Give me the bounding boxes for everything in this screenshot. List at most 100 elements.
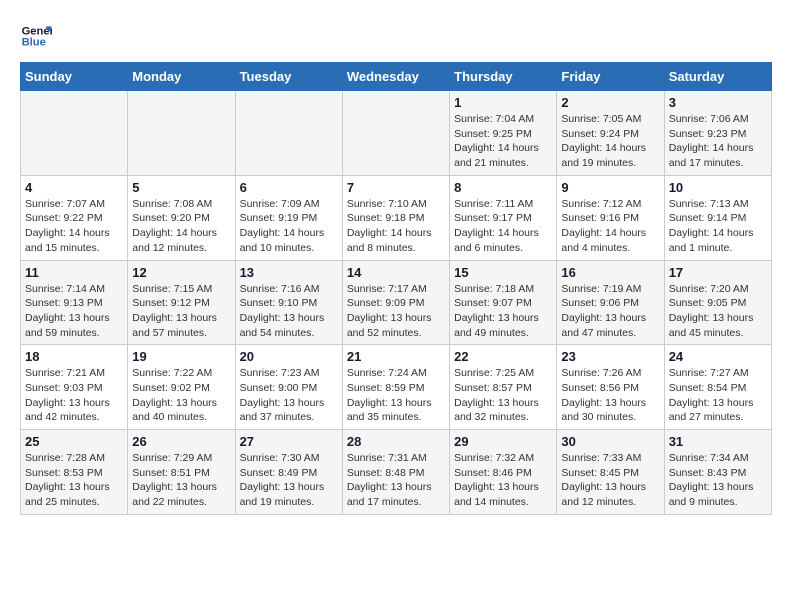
day-info: Sunrise: 7:21 AMSunset: 9:03 PMDaylight:… (25, 366, 123, 425)
day-number: 28 (347, 434, 445, 449)
weekday-header-tuesday: Tuesday (235, 63, 342, 91)
calendar-cell: 6 Sunrise: 7:09 AMSunset: 9:19 PMDaylight… (235, 175, 342, 260)
day-info: Sunrise: 7:24 AMSunset: 8:59 PMDaylight:… (347, 366, 445, 425)
day-info: Sunrise: 7:11 AMSunset: 9:17 PMDaylight:… (454, 197, 552, 256)
calendar-cell: 24Sunrise: 7:27 AMSunset: 8:54 PMDayligh… (664, 345, 771, 430)
calendar-cell: 22Sunrise: 7:25 AMSunset: 8:57 PMDayligh… (450, 345, 557, 430)
day-number: 19 (132, 349, 230, 364)
calendar-cell: 12 Sunrise: 7:15 AMSunset: 9:12 PMDayligh… (128, 260, 235, 345)
calendar-cell: 7 Sunrise: 7:10 AMSunset: 9:18 PMDaylight… (342, 175, 449, 260)
weekday-header-sunday: Sunday (21, 63, 128, 91)
day-info: Sunrise: 7:23 AMSunset: 9:00 PMDaylight:… (240, 366, 338, 425)
calendar-cell: 26 Sunrise: 7:29 AMSunset: 8:51 PMDayligh… (128, 430, 235, 515)
calendar-cell: 15Sunrise: 7:18 AMSunset: 9:07 PMDayligh… (450, 260, 557, 345)
calendar-cell: 29 Sunrise: 7:32 AMSunset: 8:46 PMDayligh… (450, 430, 557, 515)
day-info: Sunrise: 7:16 AMSunset: 9:10 PMDaylight:… (240, 282, 338, 341)
weekday-header-monday: Monday (128, 63, 235, 91)
day-number: 23 (561, 349, 659, 364)
calendar-week-2: 4 Sunrise: 7:07 AMSunset: 9:22 PMDaylight… (21, 175, 772, 260)
day-info: Sunrise: 7:26 AMSunset: 8:56 PMDaylight:… (561, 366, 659, 425)
day-number: 14 (347, 265, 445, 280)
calendar-week-5: 25 Sunrise: 7:28 AMSunset: 8:53 PMDayligh… (21, 430, 772, 515)
day-info: Sunrise: 7:20 AMSunset: 9:05 PMDaylight:… (669, 282, 767, 341)
calendar-cell: 3 Sunrise: 7:06 AMSunset: 9:23 PMDaylight… (664, 91, 771, 176)
day-info: Sunrise: 7:22 AMSunset: 9:02 PMDaylight:… (132, 366, 230, 425)
day-number: 15 (454, 265, 552, 280)
day-info: Sunrise: 7:27 AMSunset: 8:54 PMDaylight:… (669, 366, 767, 425)
logo-icon: General Blue (20, 20, 52, 52)
weekday-header-wednesday: Wednesday (342, 63, 449, 91)
day-number: 7 (347, 180, 445, 195)
day-number: 22 (454, 349, 552, 364)
day-number: 6 (240, 180, 338, 195)
day-number: 9 (561, 180, 659, 195)
day-number: 3 (669, 95, 767, 110)
day-number: 5 (132, 180, 230, 195)
day-info: Sunrise: 7:09 AMSunset: 9:19 PMDaylight:… (240, 197, 338, 256)
day-number: 8 (454, 180, 552, 195)
calendar-week-4: 18 Sunrise: 7:21 AMSunset: 9:03 PMDayligh… (21, 345, 772, 430)
day-info: Sunrise: 7:32 AMSunset: 8:46 PMDaylight:… (454, 451, 552, 510)
calendar-table: SundayMondayTuesdayWednesdayThursdayFrid… (20, 62, 772, 515)
calendar-cell: 30Sunrise: 7:33 AMSunset: 8:45 PMDayligh… (557, 430, 664, 515)
day-number: 18 (25, 349, 123, 364)
calendar-cell: 16Sunrise: 7:19 AMSunset: 9:06 PMDayligh… (557, 260, 664, 345)
weekday-header-friday: Friday (557, 63, 664, 91)
calendar-cell: 8 Sunrise: 7:11 AMSunset: 9:17 PMDaylight… (450, 175, 557, 260)
weekday-header-row: SundayMondayTuesdayWednesdayThursdayFrid… (21, 63, 772, 91)
calendar-cell: 10 Sunrise: 7:13 AMSunset: 9:14 PMDayligh… (664, 175, 771, 260)
day-info: Sunrise: 7:31 AMSunset: 8:48 PMDaylight:… (347, 451, 445, 510)
day-number: 1 (454, 95, 552, 110)
day-info: Sunrise: 7:04 AMSunset: 9:25 PMDaylight:… (454, 112, 552, 171)
calendar-cell (21, 91, 128, 176)
day-info: Sunrise: 7:19 AMSunset: 9:06 PMDaylight:… (561, 282, 659, 341)
day-info: Sunrise: 7:07 AMSunset: 9:22 PMDaylight:… (25, 197, 123, 256)
calendar-cell (128, 91, 235, 176)
day-info: Sunrise: 7:29 AMSunset: 8:51 PMDaylight:… (132, 451, 230, 510)
day-info: Sunrise: 7:06 AMSunset: 9:23 PMDaylight:… (669, 112, 767, 171)
day-number: 21 (347, 349, 445, 364)
calendar-cell: 18 Sunrise: 7:21 AMSunset: 9:03 PMDayligh… (21, 345, 128, 430)
calendar-cell: 31 Sunrise: 7:34 AMSunset: 8:43 PMDayligh… (664, 430, 771, 515)
day-number: 12 (132, 265, 230, 280)
day-number: 11 (25, 265, 123, 280)
day-number: 25 (25, 434, 123, 449)
calendar-cell: 20 Sunrise: 7:23 AMSunset: 9:00 PMDayligh… (235, 345, 342, 430)
calendar-cell: 14 Sunrise: 7:17 AMSunset: 9:09 PMDayligh… (342, 260, 449, 345)
day-number: 27 (240, 434, 338, 449)
day-number: 20 (240, 349, 338, 364)
day-number: 10 (669, 180, 767, 195)
day-number: 29 (454, 434, 552, 449)
day-info: Sunrise: 7:34 AMSunset: 8:43 PMDaylight:… (669, 451, 767, 510)
calendar-week-3: 11Sunrise: 7:14 AMSunset: 9:13 PMDayligh… (21, 260, 772, 345)
logo: General Blue (20, 20, 52, 52)
calendar-week-1: 1 Sunrise: 7:04 AMSunset: 9:25 PMDaylight… (21, 91, 772, 176)
day-number: 31 (669, 434, 767, 449)
calendar-cell: 1 Sunrise: 7:04 AMSunset: 9:25 PMDaylight… (450, 91, 557, 176)
day-number: 4 (25, 180, 123, 195)
calendar-cell: 25 Sunrise: 7:28 AMSunset: 8:53 PMDayligh… (21, 430, 128, 515)
day-info: Sunrise: 7:13 AMSunset: 9:14 PMDaylight:… (669, 197, 767, 256)
calendar-cell: 19 Sunrise: 7:22 AMSunset: 9:02 PMDayligh… (128, 345, 235, 430)
day-info: Sunrise: 7:17 AMSunset: 9:09 PMDaylight:… (347, 282, 445, 341)
calendar-cell (342, 91, 449, 176)
calendar-cell: 28 Sunrise: 7:31 AMSunset: 8:48 PMDayligh… (342, 430, 449, 515)
day-info: Sunrise: 7:08 AMSunset: 9:20 PMDaylight:… (132, 197, 230, 256)
calendar-cell: 13Sunrise: 7:16 AMSunset: 9:10 PMDayligh… (235, 260, 342, 345)
day-number: 26 (132, 434, 230, 449)
weekday-header-saturday: Saturday (664, 63, 771, 91)
day-info: Sunrise: 7:30 AMSunset: 8:49 PMDaylight:… (240, 451, 338, 510)
calendar-cell: 17Sunrise: 7:20 AMSunset: 9:05 PMDayligh… (664, 260, 771, 345)
calendar-cell: 23 Sunrise: 7:26 AMSunset: 8:56 PMDayligh… (557, 345, 664, 430)
day-info: Sunrise: 7:28 AMSunset: 8:53 PMDaylight:… (25, 451, 123, 510)
calendar-cell: 9Sunrise: 7:12 AMSunset: 9:16 PMDaylight… (557, 175, 664, 260)
day-info: Sunrise: 7:05 AMSunset: 9:24 PMDaylight:… (561, 112, 659, 171)
page-header: General Blue (20, 20, 772, 52)
calendar-cell: 11Sunrise: 7:14 AMSunset: 9:13 PMDayligh… (21, 260, 128, 345)
day-info: Sunrise: 7:15 AMSunset: 9:12 PMDaylight:… (132, 282, 230, 341)
calendar-cell (235, 91, 342, 176)
calendar-cell: 27 Sunrise: 7:30 AMSunset: 8:49 PMDayligh… (235, 430, 342, 515)
weekday-header-thursday: Thursday (450, 63, 557, 91)
day-number: 2 (561, 95, 659, 110)
day-info: Sunrise: 7:10 AMSunset: 9:18 PMDaylight:… (347, 197, 445, 256)
